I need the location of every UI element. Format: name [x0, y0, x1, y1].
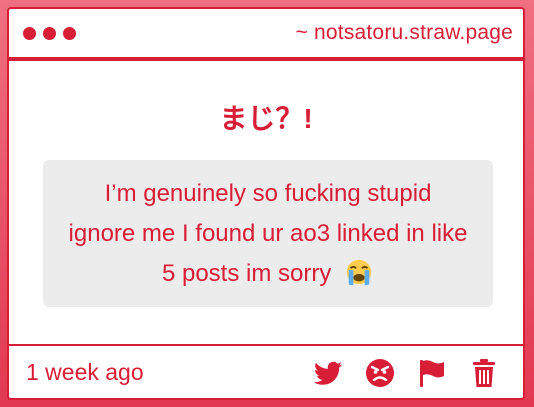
twitter-icon — [314, 361, 342, 385]
footer-divider — [9, 344, 523, 346]
site-link[interactable]: ~ notsatoru.straw.page — [296, 21, 513, 45]
window-dot — [43, 27, 56, 40]
title-bar: ~ notsatoru.straw.page — [9, 9, 523, 59]
message-text: I’m genuinely so fucking stupid ignore m… — [68, 179, 468, 287]
loudly-crying-face-emoji — [346, 259, 372, 285]
timestamp: 1 week ago — [26, 359, 144, 385]
window-dots — [23, 27, 76, 40]
post-title: まじ？! — [219, 103, 313, 134]
angry-face-icon — [366, 359, 394, 387]
share-twitter-button[interactable] — [311, 356, 345, 390]
message-content: I’m genuinely so fucking stupid ignore m… — [68, 174, 468, 294]
divider — [9, 59, 523, 61]
post-actions — [311, 356, 501, 390]
report-button[interactable] — [415, 356, 449, 390]
trash-icon — [473, 359, 495, 387]
window-dot — [63, 27, 76, 40]
react-button[interactable] — [363, 356, 397, 390]
window-dot — [23, 27, 36, 40]
flag-icon — [420, 360, 444, 387]
delete-button[interactable] — [467, 356, 501, 390]
message-box: I’m genuinely so fucking stupid ignore m… — [43, 160, 493, 307]
post-card: ~ notsatoru.straw.page まじ？! I’m genuinel… — [7, 7, 525, 400]
